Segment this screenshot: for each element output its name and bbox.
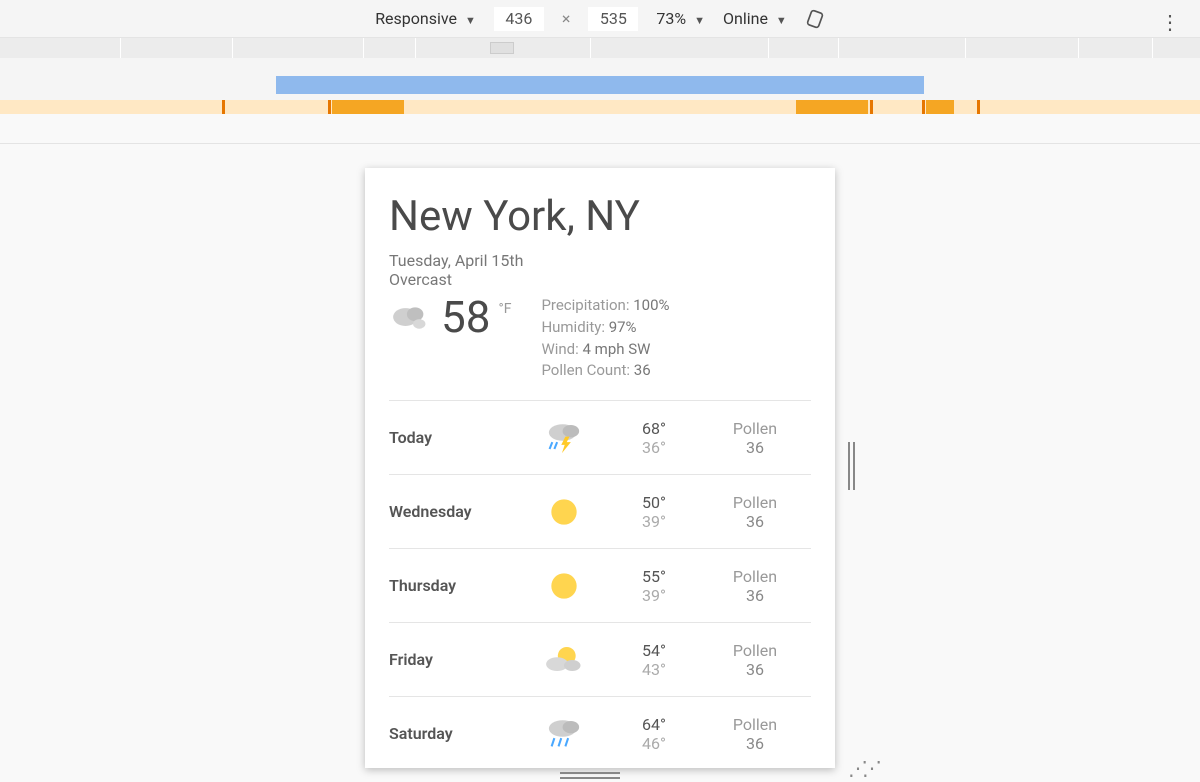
forecast-high: 54°	[609, 641, 699, 660]
pollen-label: Pollen Count:	[541, 361, 630, 379]
emulated-viewport-area: New York, NY Tuesday, April 15th Overcas…	[0, 144, 1200, 782]
forecast-row[interactable]: Today 68°36°Pollen36	[389, 400, 811, 474]
precip-value: 100%	[633, 296, 669, 314]
media-query-segment[interactable]	[926, 100, 954, 114]
viewport-width-input[interactable]	[494, 7, 544, 31]
media-query-track	[0, 100, 1200, 114]
breakpoint-marker[interactable]	[222, 100, 225, 114]
temp-unit: °F	[498, 301, 511, 317]
date-text: Tuesday, April 15th	[389, 251, 811, 270]
weather-card: New York, NY Tuesday, April 15th Overcas…	[365, 168, 835, 768]
forecast-low: 39°	[609, 586, 699, 605]
humidity-label: Humidity:	[541, 318, 605, 336]
pollen-column-label: Pollen	[699, 567, 811, 586]
forecast-pollen: Pollen36	[699, 419, 811, 457]
forecast-high: 50°	[609, 493, 699, 512]
current-temp: 58	[441, 295, 490, 339]
sunny-icon	[519, 567, 609, 605]
device-frame: New York, NY Tuesday, April 15th Overcas…	[365, 168, 835, 768]
breakpoint-marker[interactable]	[328, 100, 331, 114]
pollen-count: 36	[699, 660, 811, 679]
pollen-column-label: Pollen	[699, 419, 811, 438]
forecast-pollen: Pollen36	[699, 493, 811, 531]
forecast-row[interactable]: Wednesday 50°39°Pollen36	[389, 474, 811, 548]
forecast-pollen: Pollen36	[699, 567, 811, 605]
breakpoint-marker[interactable]	[922, 100, 925, 114]
media-query-segment[interactable]	[332, 100, 404, 114]
current-weather: 58 °F	[389, 295, 511, 382]
resize-handle-right[interactable]	[848, 442, 858, 490]
partly-icon	[519, 641, 609, 679]
thunderstorm-icon	[519, 419, 609, 457]
forecast-temps: 54°43°	[609, 641, 699, 679]
network-label: Online	[723, 9, 768, 28]
wind-label: Wind:	[541, 340, 578, 358]
zoom-label: 73%	[656, 9, 686, 28]
forecast-low: 46°	[609, 734, 699, 753]
forecast-day-name: Today	[389, 428, 519, 447]
sunny-icon	[519, 493, 609, 531]
forecast-temps: 50°39°	[609, 493, 699, 531]
wind-value: 4 mph SW	[583, 340, 651, 358]
pollen-count: 36	[699, 512, 811, 531]
chevron-down-icon: ▼	[465, 14, 476, 27]
forecast-high: 68°	[609, 419, 699, 438]
device-toolbar: Responsive ▼ × 73% ▼ Online ▼ ⋮	[0, 0, 1200, 38]
forecast-temps: 64°46°	[609, 715, 699, 753]
forecast-day-name: Saturday	[389, 724, 519, 743]
ruler-handle[interactable]	[490, 42, 514, 54]
resize-handle-corner[interactable]: ⋰⋰	[848, 756, 876, 780]
pollen-column-label: Pollen	[699, 641, 811, 660]
rain-icon	[519, 715, 609, 753]
forecast-list: Today 68°36°Pollen36Wednesday50°39°Polle…	[389, 400, 811, 768]
device-preset-dropdown[interactable]: Responsive ▼	[375, 9, 476, 28]
forecast-day-name: Thursday	[389, 576, 519, 595]
dimension-separator: ×	[562, 9, 571, 28]
chevron-down-icon: ▼	[694, 14, 705, 27]
forecast-temps: 68°36°	[609, 419, 699, 457]
forecast-low: 39°	[609, 512, 699, 531]
humidity-value: 97%	[609, 318, 637, 336]
overcast-icon	[389, 295, 433, 343]
viewport-height-input[interactable]	[588, 7, 638, 31]
forecast-high: 64°	[609, 715, 699, 734]
forecast-row[interactable]: Saturday 64°46°Pollen36	[389, 696, 811, 768]
more-options-icon[interactable]: ⋮	[1160, 10, 1180, 34]
pollen-column-label: Pollen	[699, 493, 811, 512]
pollen-count: 36	[699, 734, 811, 753]
forecast-high: 55°	[609, 567, 699, 586]
zoom-dropdown[interactable]: 73% ▼	[656, 9, 705, 28]
current-details: Precipitation: 100% Humidity: 97% Wind: …	[541, 295, 669, 382]
forecast-row[interactable]: Thursday 55°39°Pollen36	[389, 548, 811, 622]
rotate-icon[interactable]	[805, 9, 825, 29]
media-query-range[interactable]	[276, 76, 924, 94]
pollen-count: 36	[699, 586, 811, 605]
forecast-pollen: Pollen36	[699, 641, 811, 679]
media-query-segment[interactable]	[796, 100, 868, 114]
responsive-ruler[interactable]	[0, 38, 1200, 58]
condition-text: Overcast	[389, 270, 811, 289]
device-preset-label: Responsive	[375, 9, 457, 28]
pollen-value: 36	[634, 361, 651, 379]
forecast-low: 43°	[609, 660, 699, 679]
forecast-day-name: Wednesday	[389, 502, 519, 521]
toolbar-separator	[0, 114, 1200, 144]
forecast-row[interactable]: Friday 54°43°Pollen36	[389, 622, 811, 696]
breakpoint-marker[interactable]	[870, 100, 873, 114]
forecast-temps: 55°39°	[609, 567, 699, 605]
forecast-pollen: Pollen36	[699, 715, 811, 753]
pollen-column-label: Pollen	[699, 715, 811, 734]
network-dropdown[interactable]: Online ▼	[723, 9, 787, 28]
forecast-low: 36°	[609, 438, 699, 457]
precip-label: Precipitation:	[541, 296, 629, 314]
breakpoint-marker[interactable]	[977, 100, 980, 114]
media-query-bar[interactable]	[0, 58, 1200, 114]
forecast-day-name: Friday	[389, 650, 519, 669]
chevron-down-icon: ▼	[776, 14, 787, 27]
pollen-count: 36	[699, 438, 811, 457]
resize-handle-bottom[interactable]	[560, 772, 620, 780]
location-heading: New York, NY	[389, 192, 811, 241]
